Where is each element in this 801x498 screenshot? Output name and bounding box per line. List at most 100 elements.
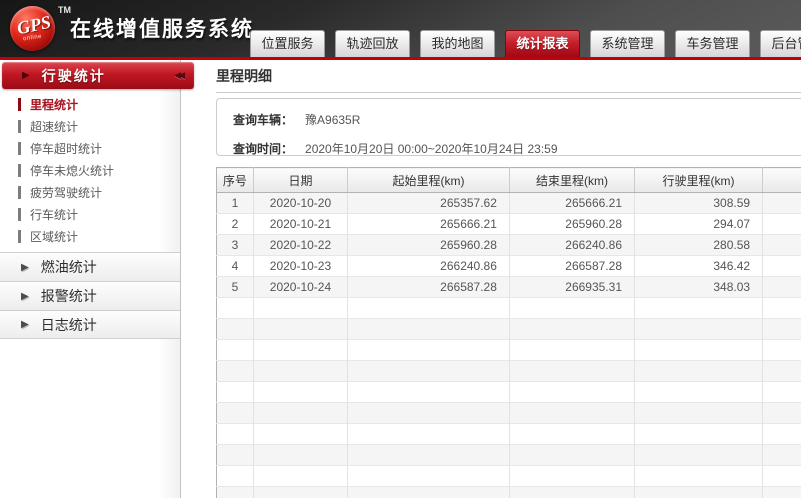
- cell: 2020-10-24: [253, 277, 347, 298]
- page-title: 里程明细: [216, 66, 801, 93]
- column-header-1: 日期: [253, 168, 347, 193]
- cell-empty: [763, 445, 801, 466]
- cell-empty: [217, 361, 254, 382]
- cell: 2020-10-23: [253, 256, 347, 277]
- cell-empty: [217, 424, 254, 445]
- cell: 265357.62: [348, 193, 510, 214]
- item-marker-icon: [18, 164, 21, 177]
- item-marker-icon: [18, 98, 21, 111]
- cell: 266587.28: [509, 256, 634, 277]
- sidebar-collapse-icon[interactable]: ◀◀: [174, 70, 182, 81]
- cell-empty: [217, 445, 254, 466]
- item-marker-icon: [18, 120, 21, 133]
- sidebar-banner-driving-stats[interactable]: ▶ 行驶统计 ◀◀: [2, 62, 194, 89]
- column-header-3: 结束里程(km): [509, 168, 634, 193]
- empty-table-row: [217, 487, 801, 498]
- sidebar-item-2[interactable]: 停车超时统计: [0, 137, 180, 159]
- cell-empty: [348, 298, 510, 319]
- nav-tab-5[interactable]: 车务管理: [675, 30, 750, 57]
- nav-tab-1[interactable]: 轨迹回放: [335, 30, 410, 57]
- cell-empty: [253, 361, 347, 382]
- main-content: 里程明细 查询车辆： 豫A9635R 查询时间： 2020年10月20日 00:…: [182, 60, 801, 498]
- cell-empty: [509, 424, 634, 445]
- cell: 265666.21: [348, 214, 510, 235]
- nav-tab-4[interactable]: 系统管理: [590, 30, 665, 57]
- cell-empty: [348, 382, 510, 403]
- cell: 265960.28: [348, 235, 510, 256]
- cell-empty: [509, 319, 634, 340]
- sidebar-group-label: 报警统计: [41, 286, 97, 306]
- sidebar-item-0[interactable]: 里程统计: [0, 93, 180, 115]
- sidebar-banner-label: 行驶统计: [42, 66, 174, 86]
- table-row[interactable]: 42020-10-23266240.86266587.28346.42: [217, 256, 801, 277]
- cell-empty: [763, 277, 801, 298]
- nav-tab-2[interactable]: 我的地图: [420, 30, 495, 57]
- empty-table-row: [217, 424, 801, 445]
- query-vehicle-label: 查询车辆：: [233, 111, 293, 128]
- sidebar-group-0[interactable]: ▶燃油统计: [0, 252, 180, 281]
- query-vehicle-row: 查询车辆： 豫A9635R: [233, 111, 801, 128]
- sidebar-item-label: 疲劳驾驶统计: [30, 184, 102, 201]
- cell-empty: [635, 487, 763, 498]
- sidebar-item-label: 区域统计: [30, 228, 78, 245]
- cell: 2: [217, 214, 254, 235]
- cell-empty: [217, 319, 254, 340]
- cell-empty: [635, 466, 763, 487]
- cell-empty: [217, 340, 254, 361]
- sidebar-item-5[interactable]: 行车统计: [0, 203, 180, 225]
- sidebar-item-6[interactable]: 区域统计: [0, 225, 180, 247]
- sidebar-group-2[interactable]: ▶日志统计: [0, 310, 180, 339]
- cell: 4: [217, 256, 254, 277]
- cell-empty: [348, 340, 510, 361]
- query-time-label: 查询时间：: [233, 140, 293, 157]
- item-marker-icon: [18, 208, 21, 221]
- cell-empty: [509, 403, 634, 424]
- gps-logo-icon: GPS online: [10, 6, 55, 51]
- empty-table-row: [217, 319, 801, 340]
- cell-empty: [509, 361, 634, 382]
- cell-empty: [763, 487, 801, 498]
- query-time-row: 查询时间： 2020年10月20日 00:00~2020年10月24日 23:5…: [233, 140, 801, 157]
- empty-table-row: [217, 382, 801, 403]
- cell-empty: [635, 298, 763, 319]
- cell-empty: [348, 361, 510, 382]
- sidebar-item-3[interactable]: 停车未熄火统计: [0, 159, 180, 181]
- cell-empty: [635, 361, 763, 382]
- nav-tab-6[interactable]: 后台管理: [760, 30, 801, 57]
- app-title: 在线增值服务系统: [70, 13, 254, 43]
- cell-empty: [348, 319, 510, 340]
- nav-tab-3[interactable]: 统计报表: [505, 30, 580, 57]
- cell-empty: [509, 445, 634, 466]
- table-row[interactable]: 52020-10-24266587.28266935.31348.03: [217, 277, 801, 298]
- empty-table-row: [217, 361, 801, 382]
- sidebar-item-1[interactable]: 超速统计: [0, 115, 180, 137]
- cell-empty: [763, 193, 801, 214]
- cell-empty: [348, 403, 510, 424]
- cell: 266587.28: [348, 277, 510, 298]
- cell-empty: [253, 487, 347, 498]
- group-triangle-icon: ▶: [21, 319, 29, 330]
- cell-empty: [509, 487, 634, 498]
- column-header-2: 起始里程(km): [348, 168, 510, 193]
- item-marker-icon: [18, 186, 21, 199]
- nav-tab-0[interactable]: 位置服务: [250, 30, 325, 57]
- item-marker-icon: [18, 142, 21, 155]
- cell: 2020-10-20: [253, 193, 347, 214]
- cell-empty: [763, 298, 801, 319]
- sidebar-item-label: 行车统计: [30, 206, 78, 223]
- logo-online-text: online: [23, 34, 43, 43]
- sidebar-item-4[interactable]: 疲劳驾驶统计: [0, 181, 180, 203]
- item-marker-icon: [18, 230, 21, 243]
- table-row[interactable]: 22020-10-21265666.21265960.28294.07: [217, 214, 801, 235]
- cell-empty: [635, 340, 763, 361]
- cell-empty: [217, 466, 254, 487]
- column-header-extra: [763, 168, 801, 193]
- cell-empty: [763, 340, 801, 361]
- table-row[interactable]: 12020-10-20265357.62265666.21308.59: [217, 193, 801, 214]
- cell-empty: [253, 424, 347, 445]
- cell: 2020-10-22: [253, 235, 347, 256]
- sidebar-group-1[interactable]: ▶报警统计: [0, 281, 180, 310]
- cell-empty: [763, 382, 801, 403]
- cell-empty: [763, 319, 801, 340]
- table-row[interactable]: 32020-10-22265960.28266240.86280.58: [217, 235, 801, 256]
